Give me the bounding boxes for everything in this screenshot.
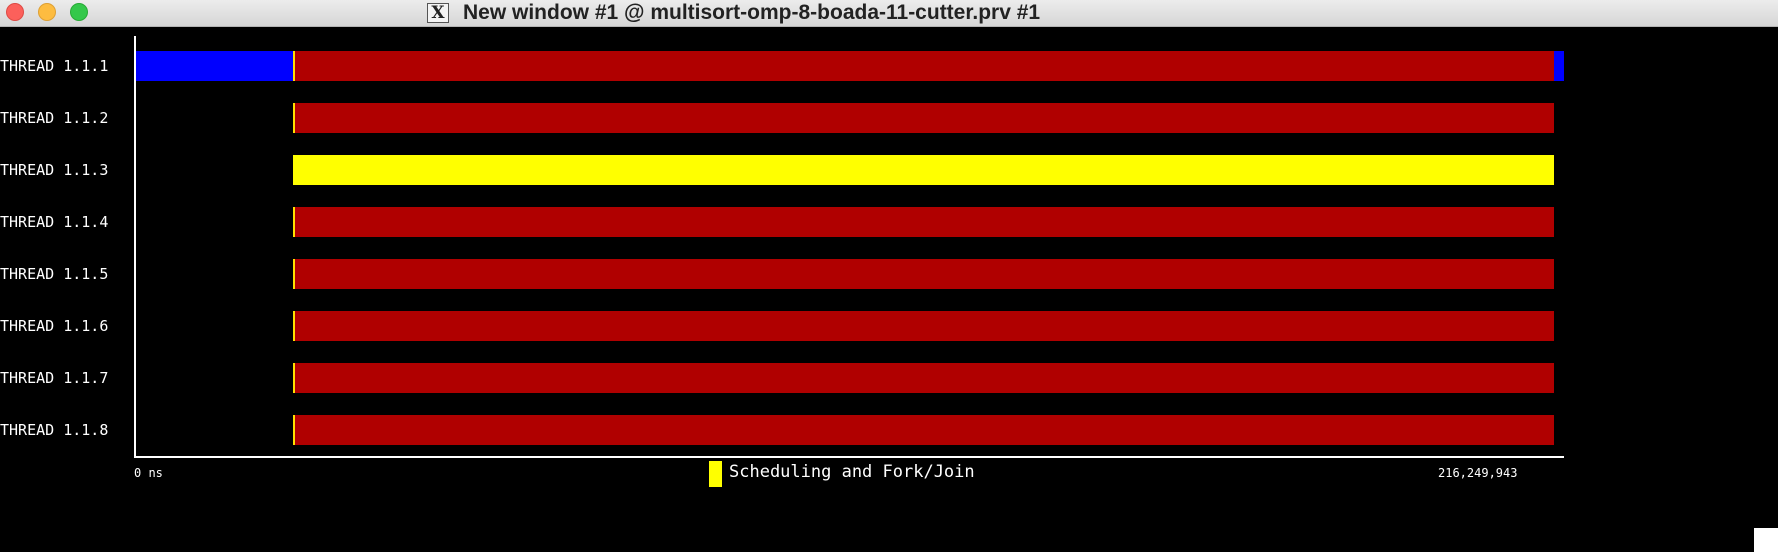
thread-label: THREAD 1.1.6 xyxy=(0,317,109,335)
thread-state-bar[interactable] xyxy=(293,363,1554,393)
thread-state-bar[interactable] xyxy=(293,51,1554,81)
thread-state-bar[interactable] xyxy=(293,311,1554,341)
x-window-icon: X xyxy=(427,3,449,23)
thread-state-bar[interactable] xyxy=(293,207,1554,237)
thread-label: THREAD 1.1.1 xyxy=(0,57,109,75)
thread-label: THREAD 1.1.3 xyxy=(0,161,109,179)
legend-swatch xyxy=(709,461,722,487)
thread-state-bar[interactable] xyxy=(136,51,294,81)
resize-grip[interactable] xyxy=(1754,528,1778,552)
fork-join-marker xyxy=(293,363,296,393)
timeline-plot[interactable] xyxy=(134,36,1564,458)
legend-label: Scheduling and Fork/Join xyxy=(729,462,975,482)
fork-join-marker xyxy=(293,311,296,341)
thread-state-bar[interactable] xyxy=(293,103,1554,133)
thread-state-bar[interactable] xyxy=(293,155,1554,185)
timeline-end-label: 216,249,943 xyxy=(1438,466,1518,480)
fork-join-marker xyxy=(293,207,296,237)
maximize-window-button[interactable] xyxy=(70,3,88,21)
thread-label: THREAD 1.1.8 xyxy=(0,421,109,439)
timeline-start-label: 0 ns xyxy=(134,466,163,480)
title-bar[interactable]: X New window #1 @ multisort-omp-8-boada-… xyxy=(0,0,1778,27)
thread-label: THREAD 1.1.4 xyxy=(0,213,109,231)
fork-join-marker xyxy=(293,415,296,445)
fork-join-marker xyxy=(293,51,296,81)
thread-state-bar[interactable] xyxy=(293,259,1554,289)
thread-label: THREAD 1.1.7 xyxy=(0,369,109,387)
thread-label: THREAD 1.1.5 xyxy=(0,265,109,283)
fork-join-marker xyxy=(293,259,296,289)
thread-state-bar[interactable] xyxy=(293,415,1554,445)
thread-label: THREAD 1.1.2 xyxy=(0,109,109,127)
fork-join-marker xyxy=(293,103,296,133)
minimize-window-button[interactable] xyxy=(38,3,56,21)
close-window-button[interactable] xyxy=(6,3,24,21)
thread-state-bar[interactable] xyxy=(1554,51,1564,81)
window-title: New window #1 @ multisort-omp-8-boada-11… xyxy=(463,1,1041,24)
